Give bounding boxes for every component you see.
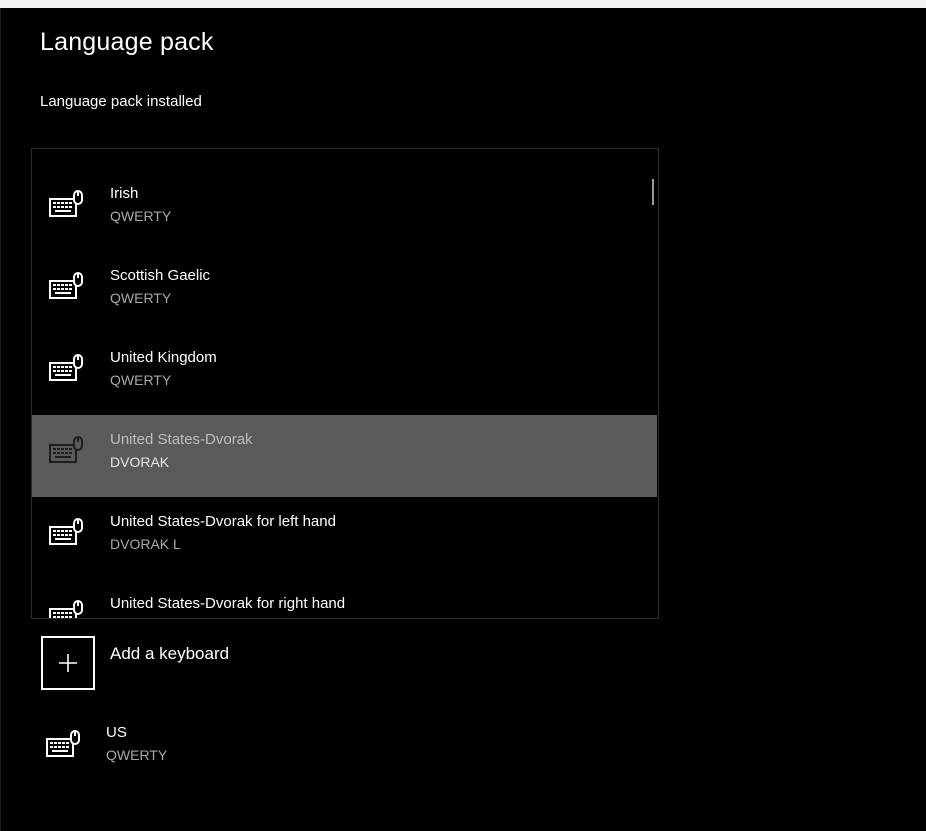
add-keyboard-label: Add a keyboard (110, 644, 230, 663)
window-left-edge (0, 8, 9, 831)
keyboard-option-layout: DVORAK L (110, 536, 181, 552)
keyboard-icon (46, 730, 80, 757)
keyboard-option-layout: DVORAK (110, 454, 170, 470)
keyboard-icon (49, 518, 83, 545)
keyboard-option-united-states-dvorak-right-hand[interactable]: United States-Dvorak for right hand (32, 579, 657, 618)
keyboard-option-name: United States-Dvorak for right hand (110, 595, 346, 612)
keyboard-option-layout: QWERTY (110, 372, 172, 388)
keyboard-icon (49, 436, 83, 463)
keyboard-icon (49, 272, 83, 299)
plus-icon (41, 636, 95, 690)
keyboard-option-united-states-dvorak-left-hand[interactable]: United States-Dvorak for left hand DVORA… (32, 497, 657, 579)
keyboard-option-united-kingdom[interactable]: United Kingdom QWERTY (32, 333, 657, 415)
installed-keyboard-name: US (106, 724, 127, 741)
language-pack-status: Language pack installed (40, 93, 202, 110)
keyboard-option-irish[interactable]: Irish QWERTY (32, 169, 657, 251)
keyboard-icon (49, 600, 83, 618)
keyboard-option-united-states-dvorak[interactable]: United States-Dvorak DVORAK (32, 415, 657, 497)
keyboard-icon (49, 190, 83, 217)
keyboard-option-name: United Kingdom (110, 349, 217, 366)
keyboard-option-scottish-gaelic[interactable]: Scottish Gaelic QWERTY (32, 251, 657, 333)
keyboard-picker-flyout: Irish QWERTY Scottish Gaelic QWERTY Unit… (31, 148, 659, 619)
keyboard-option-name: United States-Dvorak for left hand (110, 513, 336, 530)
installed-keyboard-layout: QWERTY (106, 747, 168, 763)
window-top-edge (0, 0, 926, 8)
section-title: Language pack (40, 28, 214, 56)
keyboard-option-name: Irish (110, 185, 139, 202)
keyboard-icon (49, 354, 83, 381)
installed-keyboard-us[interactable]: US QWERTY (40, 716, 340, 776)
keyboard-option-layout: QWERTY (110, 208, 172, 224)
keyboard-option-name: United States-Dvorak (110, 431, 253, 448)
keyboard-option-layout: QWERTY (110, 290, 172, 306)
add-keyboard-button[interactable]: Add a keyboard (41, 636, 341, 694)
keyboard-option-name: Scottish Gaelic (110, 267, 211, 284)
